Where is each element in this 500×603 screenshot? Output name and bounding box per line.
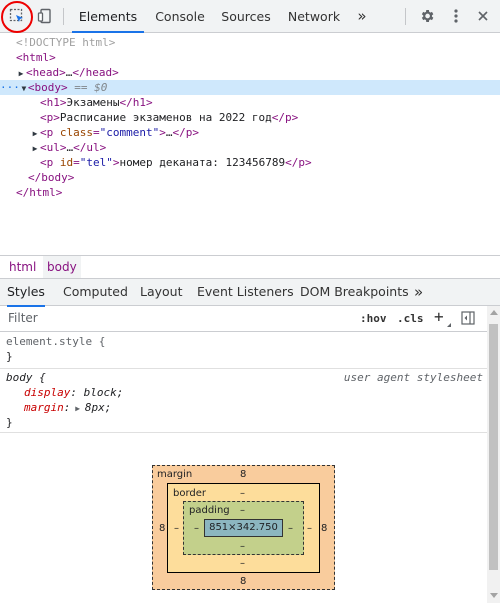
rule-close-brace: } [6,416,13,429]
toolbar-separator [63,8,64,25]
p2-attr-value: "comment" [99,126,160,139]
dom-node-html[interactable]: <html> [0,50,500,65]
more-sidebar-tabs-button[interactable]: » [414,279,423,305]
toolbar-separator [405,8,406,25]
doctype-text: <!DOCTYPE html> [16,36,116,49]
tab-styles[interactable]: Styles [7,279,45,307]
tab-network[interactable]: Network [283,0,345,32]
html-close-tag-name: html [29,186,56,199]
margin-left-value[interactable]: 8 [159,523,165,534]
inspect-element-icon[interactable] [6,5,28,27]
body-rule-selector: body { [6,371,46,384]
expand-triangle-icon[interactable]: ▶ [70,404,84,413]
p3-attr-name: id [59,156,74,169]
body-tag-name: body [34,81,62,94]
breadcrumb-html[interactable]: html [5,256,40,278]
head-tag-name: head [32,66,60,79]
html-tag-name: html [22,51,50,64]
style-property-display[interactable]: display: block; [24,385,123,401]
scrollbar-thumb[interactable] [489,324,498,570]
p1-text: Расписание экзаменов на 2022 год [59,111,272,124]
padding-top-value[interactable]: – [240,505,245,516]
p2-attr-name: class [59,126,93,139]
border-bottom-value[interactable]: – [240,558,245,569]
padding-bottom-value[interactable]: – [240,541,245,552]
ul-close-tag-name: ul [86,141,100,154]
sidebar-tabs: Styles Computed Layout Event Listeners D… [0,279,500,307]
h1-text: Экзамены [66,96,120,109]
devtools-toolbar: Elements Console Sources Network » [0,0,500,33]
style-property-margin[interactable]: margin: ▶ 8px; [24,400,111,416]
new-rule-corner-icon [447,323,451,327]
margin-label: margin [157,469,193,480]
border-left-value[interactable]: – [174,523,179,534]
margin-right-value[interactable]: 8 [321,523,327,534]
box-model-content[interactable]: 851×342.750 [204,519,283,537]
dom-node-h1[interactable]: <h1>Экзамены</h1> [0,95,500,110]
styles-filter-bar: :hov .cls + [0,306,487,332]
tab-event-listeners[interactable]: Event Listeners [197,279,294,305]
dom-tree[interactable]: <!DOCTYPE html> <html> ▶ <head>…</head> ·… [0,33,500,255]
expand-triangle-icon[interactable]: ▶ [16,66,26,81]
tab-computed[interactable]: Computed [63,279,128,305]
element-style-rule[interactable]: element.style { } [0,332,487,369]
dom-node-p2[interactable]: ▶ <p class="comment">…</p> [0,125,500,140]
breadcrumb-body[interactable]: body [43,256,81,278]
close-icon[interactable] [472,5,494,27]
dom-node-body-selected[interactable]: ··· ▼ <body> == $0 [0,80,500,95]
more-tabs-button[interactable]: » [352,0,372,32]
body-style-rule[interactable]: body { user agent stylesheet display: bl… [0,369,487,433]
hover-state-toggle[interactable]: :hov [360,310,387,328]
selected-node-hint: == $0 [74,81,108,94]
rule-close-brace: } [6,350,13,363]
element-style-selector: element.style { [6,335,106,348]
more-options-kebab-icon[interactable] [445,5,467,27]
device-toolbar-icon[interactable] [34,5,56,27]
margin-top-value[interactable]: 8 [240,469,246,480]
ul-tag-name: ul [46,141,60,154]
expand-triangle-icon[interactable]: ▶ [30,141,40,156]
tab-console[interactable]: Console [149,0,211,32]
dom-node-p1[interactable]: <p>Расписание экзаменов на 2022 год</p> [0,110,500,125]
p3-text: номер деканата: 123456789 [119,156,286,169]
tab-layout[interactable]: Layout [140,279,183,305]
border-right-value[interactable]: – [307,523,312,534]
styles-filter-input[interactable] [4,308,352,328]
collapse-triangle-icon[interactable]: ▼ [20,81,28,96]
toggle-sidebar-icon[interactable] [461,311,475,328]
rule-source: user agent stylesheet [343,371,483,384]
margin-bottom-value[interactable]: 8 [240,576,246,587]
breadcrumb: html body [0,255,500,279]
dom-node-ul[interactable]: ▶ <ul>…</ul> [0,140,500,155]
dom-node-p3[interactable]: <p id="tel">номер деканата: 123456789</p… [0,155,500,170]
head-close-tag-name: head [85,66,113,79]
new-style-rule-button[interactable]: + [434,308,444,326]
padding-label: padding [189,505,230,516]
scroll-down-arrow-icon[interactable] [490,593,498,598]
padding-left-value[interactable]: – [194,523,199,534]
dom-node-body-close[interactable]: </body> [0,170,500,185]
tab-elements[interactable]: Elements [72,0,144,33]
dom-node-html-close[interactable]: </html> [0,185,500,200]
body-close-tag-name: body [41,171,68,184]
dom-node-doctype[interactable]: <!DOCTYPE html> [0,35,500,50]
padding-right-value[interactable]: – [288,523,293,534]
border-top-value[interactable]: – [240,488,245,499]
border-label: border [173,488,207,499]
tab-dom-breakpoints[interactable]: DOM Breakpoints [300,279,409,305]
p3-attr-value: "tel" [79,156,113,169]
expand-triangle-icon[interactable]: ▶ [30,126,40,141]
dom-node-head[interactable]: ▶ <head>…</head> [0,65,500,80]
scroll-up-arrow-icon[interactable] [490,310,498,315]
settings-gear-icon[interactable] [416,5,438,27]
node-dots-icon: ··· [0,81,20,94]
tab-sources[interactable]: Sources [216,0,276,32]
class-toggle[interactable]: .cls [397,310,424,328]
